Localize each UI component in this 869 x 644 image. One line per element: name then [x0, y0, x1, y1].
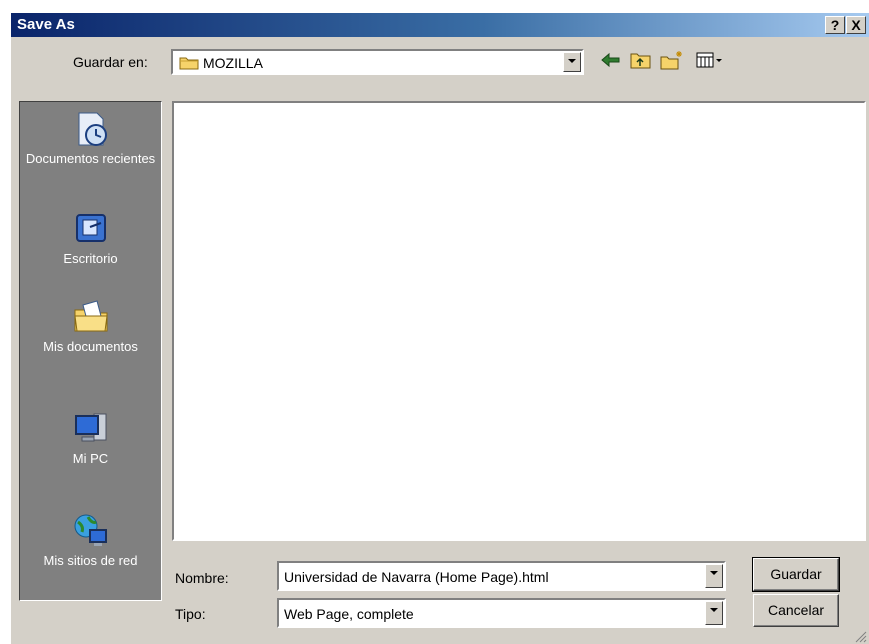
place-desktop[interactable]: Escritorio	[20, 210, 161, 267]
place-recent-documents[interactable]: Documentos recientes	[20, 110, 161, 167]
filename-label: Nombre:	[175, 570, 229, 586]
new-folder-icon[interactable]	[659, 49, 685, 71]
lookin-value: MOZILLA	[203, 55, 263, 71]
recent-documents-icon	[78, 112, 107, 146]
filename-dropdown-button[interactable]	[705, 564, 723, 588]
file-list-view[interactable]	[172, 101, 866, 541]
resize-grip-icon[interactable]	[853, 629, 867, 643]
place-label: Documentos recientes	[25, 151, 156, 166]
place-label: Mis documentos	[43, 339, 138, 354]
folder-icon	[179, 57, 199, 70]
help-button[interactable]: ?	[825, 16, 845, 34]
cancel-button[interactable]: Cancelar	[753, 594, 839, 627]
places-bar: Documentos recientes Escritorio Mis docu…	[19, 101, 162, 601]
lookin-dropdown-button[interactable]	[563, 52, 581, 72]
filetype-dropdown-button[interactable]	[705, 601, 723, 625]
view-menu-icon[interactable]	[695, 49, 725, 71]
my-documents-icon	[73, 300, 108, 332]
back-icon[interactable]	[599, 49, 623, 71]
save-button[interactable]: Guardar	[752, 557, 840, 592]
place-label: Mis sitios de red	[43, 553, 138, 568]
up-folder-icon[interactable]	[629, 49, 653, 71]
desktop-icon	[75, 214, 106, 242]
close-button[interactable]: X	[846, 16, 866, 34]
filetype-select[interactable]: Web Page, complete	[277, 598, 726, 628]
place-my-documents[interactable]: Mis documentos	[20, 298, 161, 355]
save-as-dialog: Save As ? X Guardar en: MOZILLA Document…	[10, 12, 869, 644]
filetype-label: Tipo:	[175, 606, 206, 622]
filename-input[interactable]: Universidad de Navarra (Home Page).html	[284, 569, 549, 585]
network-places-icon	[74, 514, 107, 546]
lookin-combo[interactable]: MOZILLA	[171, 49, 584, 75]
filename-combo[interactable]: Universidad de Navarra (Home Page).html	[277, 561, 726, 591]
window-title: Save As	[17, 16, 75, 33]
place-label: Escritorio	[63, 251, 118, 266]
title-bar[interactable]: Save As ? X	[11, 13, 869, 37]
place-label: Mi PC	[72, 451, 109, 466]
place-my-computer[interactable]: Mi PC	[20, 410, 161, 467]
filetype-value: Web Page, complete	[284, 606, 414, 622]
lookin-label: Guardar en:	[73, 54, 148, 70]
my-computer-icon	[74, 413, 106, 442]
place-network[interactable]: Mis sitios de red	[20, 512, 161, 569]
